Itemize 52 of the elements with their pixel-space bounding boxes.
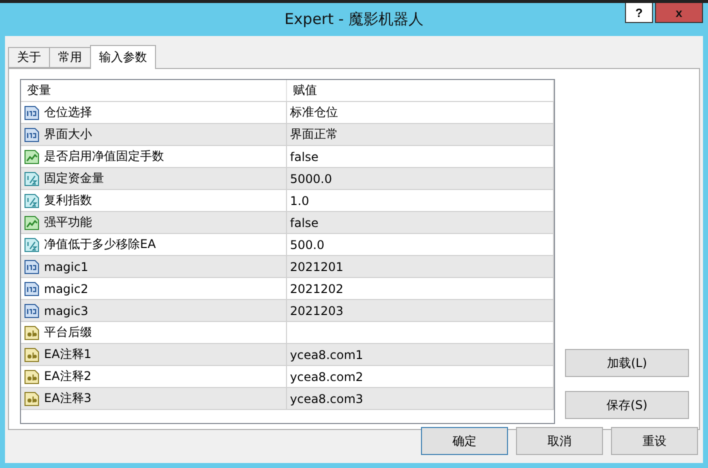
value-text: 5000.0 [290, 172, 332, 186]
variable-name: magic3 [44, 304, 88, 318]
window-title: Expert - 魔影机器人 [284, 10, 424, 29]
value-text: 2021201 [290, 260, 344, 274]
variable-name: 平台后缀 [44, 324, 92, 341]
value-text: 2021203 [290, 304, 344, 318]
text-icon [24, 346, 40, 362]
text-icon [24, 368, 40, 384]
boolean-icon [24, 148, 40, 164]
close-button[interactable]: x [655, 3, 703, 23]
help-button[interactable]: ? [625, 3, 653, 23]
variable-name: EA注释2 [44, 368, 92, 385]
variable-name: 是否启用净值固定手数 [44, 148, 164, 165]
integer-icon [24, 302, 40, 318]
value-text: false [290, 216, 319, 230]
footer-button[interactable]: 取消 [516, 427, 603, 455]
decimal-icon [24, 192, 40, 208]
value-text: 2021202 [290, 282, 344, 296]
value-text: ycea8.com2 [290, 370, 364, 384]
variable-name: EA注释1 [44, 346, 92, 363]
variable-name: 净值低于多少移除EA [44, 236, 156, 253]
value-text: false [290, 150, 319, 164]
value-text: 500.0 [290, 238, 324, 252]
side-button[interactable]: 加载(L) [565, 349, 689, 377]
tab[interactable]: 输入参数 [90, 45, 156, 69]
text-icon [24, 390, 40, 406]
tab[interactable]: 常用 [49, 47, 91, 68]
text-icon [24, 324, 40, 340]
value-text: ycea8.com3 [290, 392, 364, 406]
variable-name: magic1 [44, 260, 88, 274]
value-text: 界面正常 [290, 126, 338, 143]
variable-name: 强平功能 [44, 214, 92, 231]
variable-name: EA注释3 [44, 390, 92, 407]
decimal-icon [24, 236, 40, 252]
tab[interactable]: 关于 [8, 47, 50, 68]
variable-name: 界面大小 [44, 126, 92, 143]
value-text: 1.0 [290, 194, 310, 208]
variable-name: 固定资金量 [44, 170, 104, 187]
footer-button[interactable]: 重设 [611, 427, 698, 455]
integer-icon [24, 280, 40, 296]
boolean-icon [24, 214, 40, 230]
value-text: 标准仓位 [290, 104, 338, 121]
variable-name: magic2 [44, 282, 88, 296]
integer-icon [24, 104, 40, 120]
variable-name: 复利指数 [44, 192, 92, 209]
integer-icon [24, 126, 40, 142]
value-text: ycea8.com1 [290, 348, 364, 362]
integer-icon [24, 258, 40, 274]
footer-button[interactable]: 确定 [421, 427, 508, 455]
variable-name: 仓位选择 [44, 104, 92, 121]
side-button[interactable]: 保存(S) [565, 391, 689, 419]
decimal-icon [24, 170, 40, 186]
